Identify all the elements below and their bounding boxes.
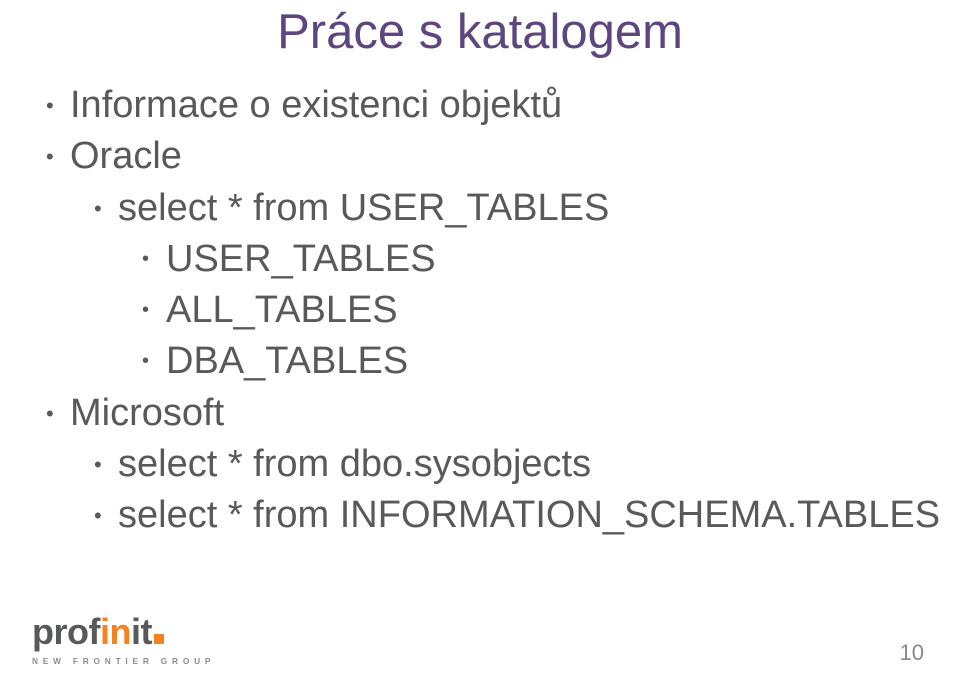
list-text: Microsoft [70,388,224,439]
list-item: • select * from USER_TABLES [94,183,940,234]
list-text: select * from USER_TABLES [118,183,609,234]
bullet-icon: • [142,234,166,285]
list-item: • ALL_TABLES [142,285,940,336]
list-item: • DBA_TABLES [142,336,940,387]
logo: profinit NEW FRONTIER GROUP [32,611,215,666]
list-text: select * from dbo.sysobjects [118,439,591,490]
logo-text-part: profinit [32,611,152,653]
slide-title: Práce s katalogem [0,4,960,60]
logo-tagline: NEW FRONTIER GROUP [32,656,215,666]
list-item: • Oracle [46,131,940,182]
list-text: select * from INFORMATION_SCHEMA.TABLES [118,490,940,541]
logo-square-icon [154,634,164,644]
list-item: • USER_TABLES [142,234,940,285]
bullet-icon: • [94,490,118,541]
list-item: • select * from INFORMATION_SCHEMA.TABLE… [94,490,940,541]
bullet-icon: • [142,285,166,336]
bullet-icon: • [142,336,166,387]
logo-main: profinit [32,611,164,653]
bullet-icon: • [46,131,70,182]
bullet-icon: • [46,388,70,439]
bullet-icon: • [94,183,118,234]
slide-content: • Informace o existenci objektů • Oracle… [46,80,940,542]
list-item: • Microsoft [46,388,940,439]
page-number: 10 [900,640,924,666]
list-item: • select * from dbo.sysobjects [94,439,940,490]
list-text: ALL_TABLES [166,285,398,336]
list-text: Informace o existenci objektů [70,80,562,131]
list-text: DBA_TABLES [166,336,408,387]
list-item: • Informace o existenci objektů [46,80,940,131]
list-text: Oracle [70,131,182,182]
list-text: USER_TABLES [166,234,436,285]
bullet-icon: • [46,80,70,131]
bullet-icon: • [94,439,118,490]
